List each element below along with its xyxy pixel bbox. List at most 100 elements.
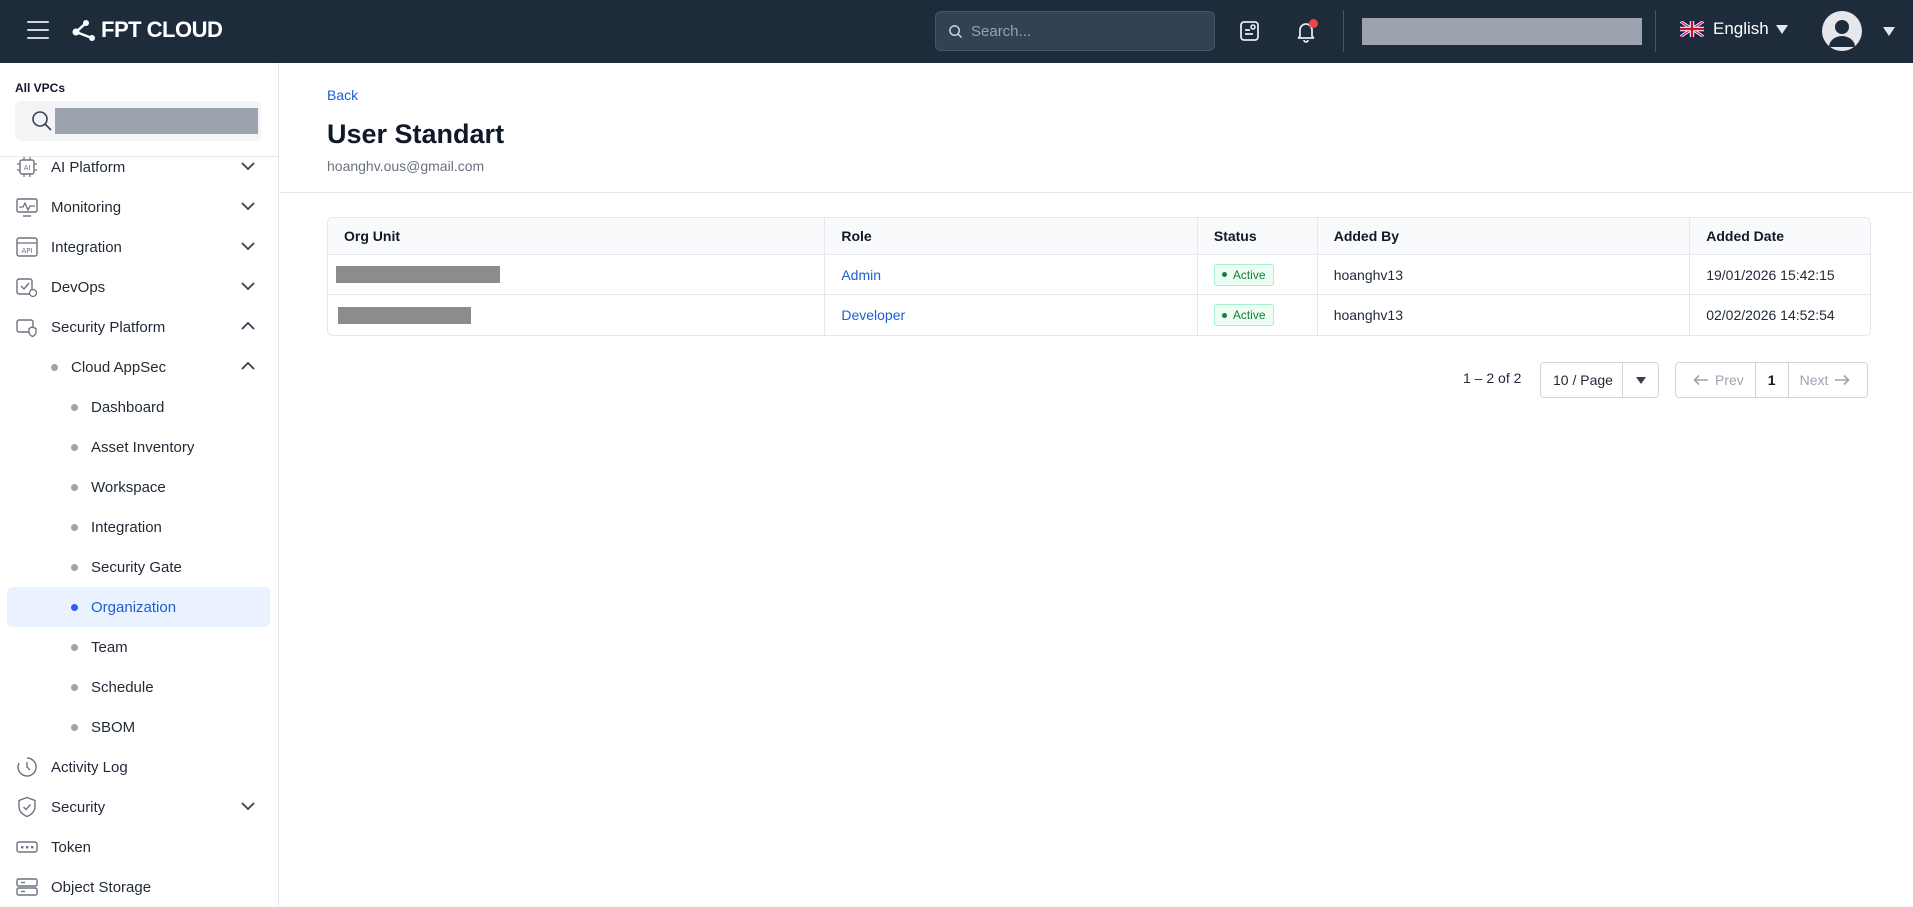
- caret-down-icon: [1775, 24, 1788, 34]
- caret-down-icon: [1623, 376, 1658, 384]
- shield-icon: [18, 796, 36, 818]
- next-page-button[interactable]: Next: [1789, 363, 1868, 397]
- user-avatar-icon[interactable]: [1822, 11, 1862, 51]
- header-divider: [1343, 10, 1344, 52]
- column-header-role[interactable]: Role: [825, 218, 1198, 254]
- next-label: Next: [1799, 372, 1829, 388]
- caret-down-icon[interactable]: [1883, 27, 1895, 36]
- status-badge: Active: [1213, 263, 1274, 286]
- sidebar-item-appsec-integration[interactable]: Integration: [0, 507, 278, 547]
- sidebar-item-activity-log[interactable]: Activity Log: [0, 747, 278, 787]
- org-units-table: Org Unit Role Status Added By Added Date…: [327, 217, 1871, 336]
- sidebar-item-label: Integration: [91, 518, 162, 536]
- column-header-added-date[interactable]: Added Date: [1690, 218, 1870, 254]
- sidebar-item-team[interactable]: Team: [0, 627, 278, 667]
- sidebar-item-devops[interactable]: DevOps: [0, 267, 278, 307]
- added-by-cell: hoanghv13: [1318, 255, 1691, 294]
- sidebar-item-label: Organization: [91, 598, 177, 616]
- sidebar-item-label: Activity Log: [51, 758, 128, 776]
- chevron-down-icon: [241, 202, 255, 211]
- role-link[interactable]: Developer: [841, 307, 905, 323]
- sidebar-item-sbom[interactable]: SBOM: [0, 707, 278, 747]
- sidebar-item-cloud-appsec[interactable]: Cloud AppSec: [0, 347, 278, 387]
- added-date-cell: 19/01/2026 15:42:15: [1706, 266, 1835, 283]
- language-selector[interactable]: English: [1680, 19, 1788, 39]
- storage-icon: [16, 878, 38, 896]
- sidebar-item-label: Object Storage: [51, 878, 152, 896]
- sidebar-item-security-gate[interactable]: Security Gate: [0, 547, 278, 587]
- brand-name: FPT CLOUD: [101, 17, 223, 42]
- status-dot-icon: [1221, 272, 1227, 277]
- sidebar-item-label: Monitoring: [51, 198, 122, 216]
- bullet-icon: [71, 564, 78, 571]
- role-cell: Developer: [825, 295, 1198, 335]
- column-header-status[interactable]: Status: [1198, 218, 1318, 254]
- sidebar-item-label: Workspace: [91, 478, 166, 496]
- ai-chip-icon: AI: [17, 157, 37, 177]
- sidebar-item-label: Cloud AppSec: [71, 358, 167, 376]
- role-link[interactable]: Admin: [841, 267, 881, 283]
- search-input[interactable]: [971, 22, 1191, 40]
- bullet-icon: [51, 364, 58, 371]
- menu-icon[interactable]: [27, 21, 49, 41]
- arrow-right-icon: [1835, 374, 1851, 386]
- pagination-controls: Prev 1 Next: [1675, 362, 1869, 398]
- devops-icon: [16, 278, 38, 298]
- bullet-icon: [71, 524, 78, 531]
- vpc-selector[interactable]: [15, 101, 261, 141]
- chevron-down-icon: [241, 162, 255, 171]
- page-size-label: 10 / Page: [1541, 363, 1623, 397]
- sidebar-item-label: Security: [51, 798, 106, 816]
- sidebar-item-ai-platform[interactable]: AI AI Platform: [0, 147, 278, 187]
- redacted-org-unit: [338, 306, 471, 324]
- redacted-org-unit: [336, 266, 500, 283]
- header-divider: [280, 192, 1913, 193]
- prev-page-button[interactable]: Prev: [1676, 363, 1756, 397]
- global-search[interactable]: [935, 11, 1215, 51]
- search-icon: [32, 111, 52, 131]
- org-unit-cell: [328, 255, 826, 294]
- sidebar-item-workspace[interactable]: Workspace: [0, 467, 278, 507]
- sidebar-item-organization[interactable]: Organization: [7, 587, 270, 627]
- tasks-icon[interactable]: [1237, 18, 1263, 44]
- chevron-down-icon: [241, 282, 255, 291]
- search-icon: [949, 24, 963, 38]
- sidebar-item-security[interactable]: Security: [0, 787, 278, 827]
- sidebar-item-label: Team: [91, 638, 128, 656]
- header-divider: [1655, 10, 1656, 52]
- column-header-org-unit[interactable]: Org Unit: [328, 218, 826, 254]
- column-header-added-by[interactable]: Added By: [1318, 218, 1691, 254]
- chevron-up-icon: [241, 321, 255, 330]
- notification-dot: [1309, 19, 1318, 28]
- monitor-icon: [16, 198, 38, 217]
- status-dot-icon: [1221, 312, 1227, 318]
- sidebar-item-security-platform[interactable]: Security Platform: [0, 307, 278, 347]
- sidebar-item-object-storage[interactable]: Object Storage: [0, 867, 278, 907]
- bell-icon[interactable]: [1293, 18, 1319, 44]
- fpt-logo[interactable]: FPT CLOUD: [70, 17, 223, 43]
- vpc-label: All VPCs: [15, 81, 66, 95]
- page-number-button[interactable]: 1: [1756, 363, 1789, 397]
- back-link[interactable]: Back: [327, 87, 358, 103]
- status-cell: Active: [1198, 295, 1318, 335]
- sidebar-item-schedule[interactable]: Schedule: [0, 667, 278, 707]
- redacted-vpc-name: [55, 108, 258, 134]
- org-unit-cell: [328, 295, 826, 335]
- sidebar: All VPCs AI AI Platform Monitoring API I…: [0, 63, 279, 907]
- added-date-cell: 02/02/2026 14:52:54: [1706, 307, 1835, 323]
- sidebar-item-integration[interactable]: API Integration: [0, 227, 278, 267]
- bullet-icon: [71, 484, 78, 491]
- sidebar-item-token[interactable]: Token: [0, 827, 278, 867]
- status-badge: Active: [1213, 304, 1274, 326]
- page-size-select[interactable]: 10 / Page: [1540, 362, 1659, 398]
- pagination-total: 1 – 2 of 2: [1463, 370, 1522, 386]
- sidebar-item-asset-inventory[interactable]: Asset Inventory: [0, 427, 278, 467]
- sidebar-item-label: Asset Inventory: [91, 438, 195, 456]
- bullet-icon: [71, 604, 78, 611]
- sidebar-item-dashboard[interactable]: Dashboard: [0, 387, 278, 427]
- sidebar-item-monitoring[interactable]: Monitoring: [0, 187, 278, 227]
- status-label: Active: [1232, 267, 1266, 282]
- bullet-icon: [71, 644, 78, 651]
- svg-text:AI: AI: [24, 164, 31, 172]
- status-label: Active: [1232, 308, 1266, 322]
